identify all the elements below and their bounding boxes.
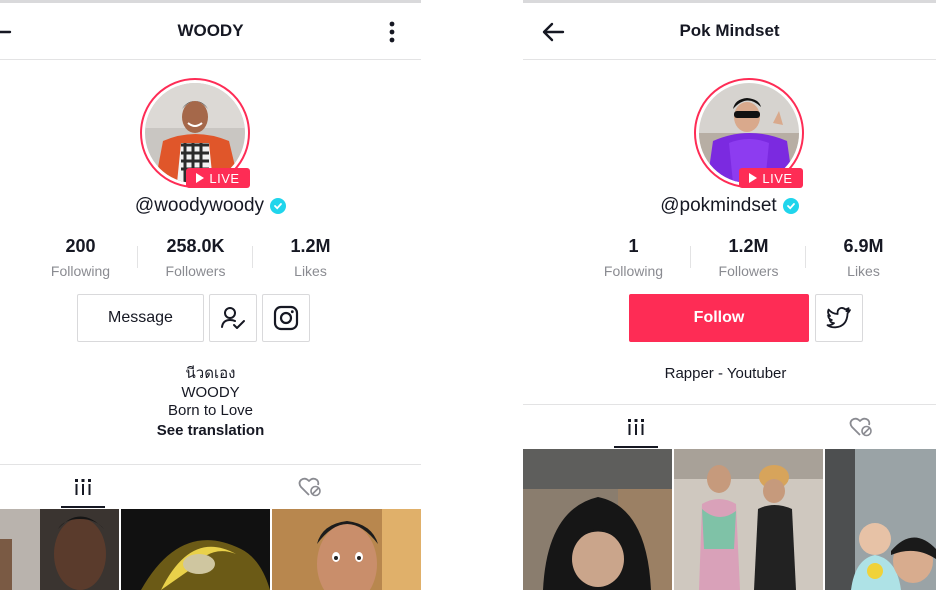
verified-check-icon xyxy=(270,198,287,214)
followers-count: 1.2M xyxy=(728,236,769,256)
tab-liked[interactable] xyxy=(788,405,933,448)
stats-row: 1 Following 1.2M Followers 6.9M Likes xyxy=(576,236,921,279)
following-label: Following xyxy=(603,263,664,279)
more-vertical-icon[interactable] xyxy=(388,21,396,43)
active-tab-indicator xyxy=(61,506,105,508)
video-thumbnail[interactable] xyxy=(825,449,936,590)
profile-screen-woody: WOODY LIVE @woodywoody 200 Following 258… xyxy=(0,0,421,590)
bio-line: Rapper - Youtuber xyxy=(664,365,787,382)
twitter-icon xyxy=(826,307,851,329)
liked-hidden-icon xyxy=(298,477,321,496)
instagram-button[interactable] xyxy=(262,294,310,342)
page-title: WOODY xyxy=(177,21,244,40)
bio-line: นีวดเอง xyxy=(185,365,236,382)
username: @woodywoody xyxy=(134,195,265,216)
videos-grid-icon xyxy=(627,418,644,435)
username: @pokmindset xyxy=(660,195,777,216)
likes-count: 1.2M xyxy=(290,236,331,256)
liked-hidden-icon xyxy=(849,417,872,436)
username-row: @woodywoody xyxy=(0,195,421,217)
friend-button[interactable] xyxy=(209,294,257,342)
bio-line: WOODY xyxy=(181,384,240,401)
following-count: 200 xyxy=(65,236,96,256)
stat-likes[interactable]: 6.9M Likes xyxy=(806,236,921,279)
profile-tabs xyxy=(523,404,936,448)
followers-count: 258.0K xyxy=(166,236,225,256)
likes-label: Likes xyxy=(294,263,327,279)
stat-following[interactable]: 200 Following xyxy=(23,236,138,279)
top-nav-bar: Pok Mindset xyxy=(523,3,936,60)
play-icon xyxy=(749,173,758,183)
live-label: LIVE xyxy=(209,170,240,186)
username-row: @pokmindset xyxy=(523,195,936,217)
active-tab-indicator xyxy=(614,446,658,448)
tab-liked[interactable] xyxy=(230,465,390,508)
profile-tabs xyxy=(0,464,421,508)
live-badge[interactable]: LIVE xyxy=(186,168,250,188)
instagram-icon xyxy=(273,305,299,331)
top-nav-bar: WOODY xyxy=(0,3,421,60)
video-thumbnail[interactable] xyxy=(523,449,672,590)
see-translation-link[interactable]: See translation xyxy=(0,422,421,440)
stats-row: 200 Following 258.0K Followers 1.2M Like… xyxy=(23,236,368,279)
video-grid xyxy=(0,509,421,590)
tab-videos[interactable] xyxy=(0,465,166,508)
following-label: Following xyxy=(50,263,111,279)
videos-grid-icon xyxy=(75,478,91,495)
live-badge[interactable]: LIVE xyxy=(739,168,803,188)
stat-following[interactable]: 1 Following xyxy=(576,236,691,279)
profile-screen-pok-mindset: Pok Mindset LIVE @pokmindset 1 Following… xyxy=(523,0,936,590)
stat-likes[interactable]: 1.2M Likes xyxy=(253,236,368,279)
video-thumbnail[interactable] xyxy=(0,509,119,590)
video-thumbnail[interactable] xyxy=(272,509,421,590)
twitter-button[interactable] xyxy=(815,294,863,342)
live-label: LIVE xyxy=(762,170,793,186)
user-check-icon xyxy=(221,307,245,329)
message-button[interactable]: Message xyxy=(77,294,204,342)
play-icon xyxy=(196,173,205,183)
likes-label: Likes xyxy=(847,263,880,279)
stat-followers[interactable]: 258.0K Followers xyxy=(138,236,253,279)
followers-label: Followers xyxy=(165,263,226,279)
video-thumbnail[interactable] xyxy=(121,509,270,590)
page-title: Pok Mindset xyxy=(679,21,780,40)
followers-label: Followers xyxy=(718,263,779,279)
video-grid xyxy=(523,449,936,590)
follow-button[interactable]: Follow xyxy=(629,294,809,342)
likes-count: 6.9M xyxy=(843,236,884,256)
bio-line: Born to Love xyxy=(167,402,254,419)
video-thumbnail[interactable] xyxy=(674,449,823,590)
stat-followers[interactable]: 1.2M Followers xyxy=(691,236,806,279)
following-count: 1 xyxy=(628,236,639,256)
tab-videos[interactable] xyxy=(563,405,708,448)
verified-check-icon xyxy=(782,198,799,214)
